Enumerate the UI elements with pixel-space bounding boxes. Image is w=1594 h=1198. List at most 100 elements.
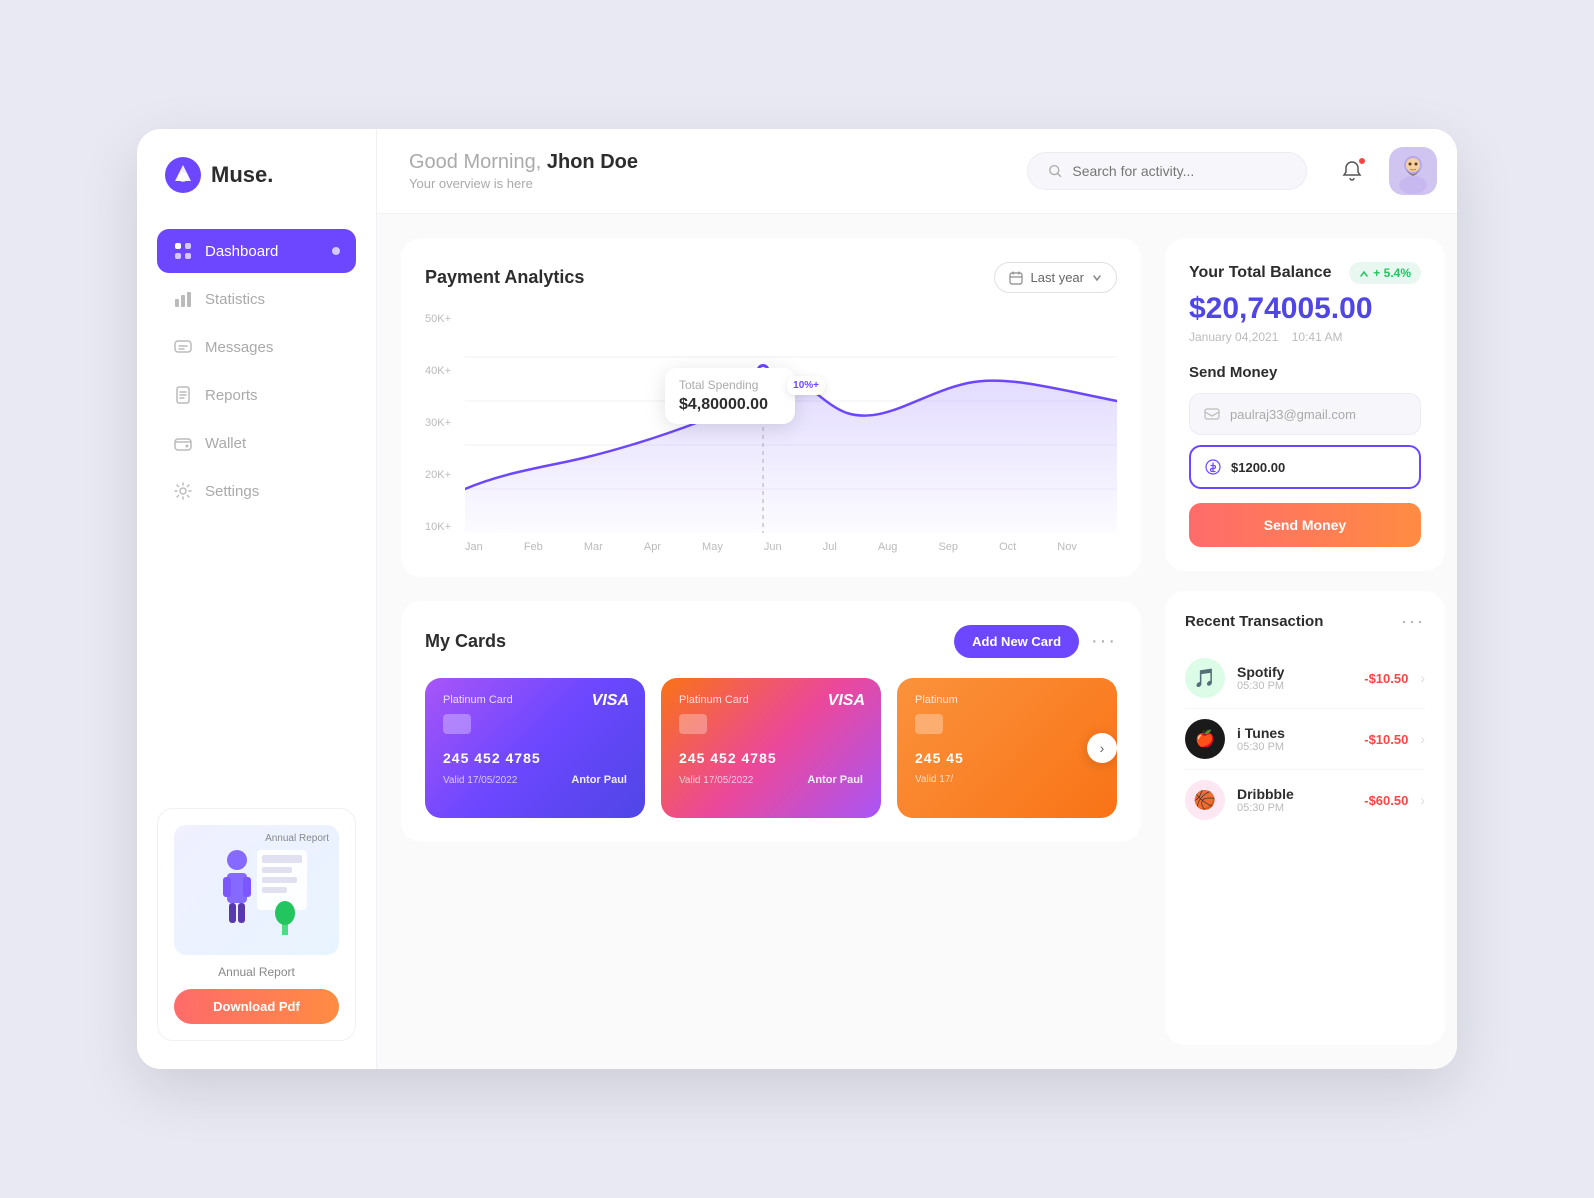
reports-label: Reports bbox=[205, 387, 258, 404]
card-1-holder: Antor Paul bbox=[571, 774, 627, 786]
notification-button[interactable] bbox=[1331, 150, 1373, 192]
chart-section: Payment Analytics Last year bbox=[401, 238, 1141, 577]
sidebar-item-settings[interactable]: Settings bbox=[157, 469, 356, 513]
dribbble-time: 05:30 PM bbox=[1237, 802, 1352, 814]
send-money-section: Send Money paulraj33@gmail.com bbox=[1189, 364, 1421, 547]
annual-report-illustration: Annual Report bbox=[174, 825, 339, 955]
x-axis: Jan Feb Mar Apr May Jun Jul Aug Sep Oct … bbox=[425, 533, 1117, 553]
notification-dot bbox=[1357, 156, 1367, 166]
card-3-footer: Valid 17/ bbox=[915, 774, 1099, 785]
amount-field[interactable]: $1200.00 bbox=[1189, 445, 1421, 489]
transaction-itunes-info: i Tunes 05:30 PM bbox=[1237, 725, 1352, 753]
sidebar-item-wallet[interactable]: Wallet bbox=[157, 421, 356, 465]
balance-date: January 04,2021 10:41 AM bbox=[1189, 330, 1421, 344]
cards-next-button[interactable]: › bbox=[1087, 733, 1117, 763]
x-nov: Nov bbox=[1057, 541, 1077, 553]
credit-card-3[interactable]: Platinum 245 45 Valid 17/ bbox=[897, 678, 1117, 818]
dribbble-amount: -$60.50 bbox=[1364, 793, 1408, 808]
cards-title: My Cards bbox=[425, 631, 506, 652]
y-label-40k: 40K+ bbox=[425, 365, 451, 377]
reports-icon bbox=[173, 385, 193, 405]
transactions-card: Recent Transaction ··· 🎵 Spotify 05:30 P… bbox=[1165, 591, 1445, 1045]
transaction-spotify: 🎵 Spotify 05:30 PM -$10.50 › bbox=[1185, 648, 1425, 709]
dashboard-icon bbox=[173, 241, 193, 261]
dribbble-arrow[interactable]: › bbox=[1420, 792, 1425, 808]
x-jul: Jul bbox=[823, 541, 837, 553]
main-content: Good Morning, Jhon Doe Your overview is … bbox=[377, 129, 1457, 1069]
cards-list: Platinum Card VISA 245 452 4785 Valid 17… bbox=[425, 678, 1117, 818]
period-label: Last year bbox=[1031, 270, 1084, 285]
card-2-holder: Antor Paul bbox=[807, 774, 863, 786]
messages-icon bbox=[173, 337, 193, 357]
chart-header: Payment Analytics Last year bbox=[425, 262, 1117, 293]
x-jan: Jan bbox=[465, 541, 483, 553]
dashboard-label: Dashboard bbox=[205, 243, 278, 260]
nav-menu: Dashboard Statistics bbox=[157, 229, 356, 808]
period-selector[interactable]: Last year bbox=[994, 262, 1117, 293]
itunes-time: 05:30 PM bbox=[1237, 741, 1352, 753]
transaction-itunes: 🍎 i Tunes 05:30 PM -$10.50 › bbox=[1185, 709, 1425, 770]
chart-tooltip: Total Spending $4,80000.00 10%+ bbox=[665, 368, 795, 424]
cards-section: My Cards Add New Card ··· Platinum Card … bbox=[401, 601, 1141, 842]
spotify-amount: -$10.50 bbox=[1364, 671, 1408, 686]
sidebar-item-statistics[interactable]: Statistics bbox=[157, 277, 356, 321]
chart-svg bbox=[465, 313, 1117, 533]
annual-report-card: Annual Report Annual Report Download Pdf bbox=[157, 808, 356, 1041]
y-label-30k: 30K+ bbox=[425, 417, 451, 429]
chart-area: Total Spending $4,80000.00 10%+ bbox=[465, 313, 1117, 533]
search-bar[interactable] bbox=[1027, 152, 1307, 190]
sidebar-item-dashboard[interactable]: Dashboard bbox=[157, 229, 356, 273]
y-label-50k: 50K+ bbox=[425, 313, 451, 325]
spotify-name: Spotify bbox=[1237, 664, 1352, 680]
card-3-type: Platinum bbox=[915, 694, 1099, 706]
tooltip-label: Total Spending bbox=[679, 378, 781, 392]
cards-actions: Add New Card ··· bbox=[954, 625, 1117, 658]
y-label-10k: 10K+ bbox=[425, 521, 451, 533]
left-panel: Payment Analytics Last year bbox=[401, 238, 1141, 1045]
header: Good Morning, Jhon Doe Your overview is … bbox=[377, 129, 1457, 214]
card-3-chip bbox=[915, 714, 943, 734]
balance-header: Your Total Balance + 5.4% bbox=[1189, 262, 1421, 284]
card-2-number: 245 452 4785 bbox=[679, 750, 863, 766]
settings-icon bbox=[173, 481, 193, 501]
search-input[interactable] bbox=[1072, 163, 1286, 179]
x-sep: Sep bbox=[938, 541, 958, 553]
balance-title: Your Total Balance bbox=[1189, 264, 1332, 282]
tooltip-value: $4,80000.00 bbox=[679, 396, 781, 414]
content-area: Payment Analytics Last year bbox=[377, 214, 1457, 1069]
card-1-valid: Valid 17/05/2022 bbox=[443, 775, 517, 786]
transactions-header: Recent Transaction ··· bbox=[1185, 611, 1425, 632]
x-feb: Feb bbox=[524, 541, 543, 553]
download-pdf-button[interactable]: Download Pdf bbox=[174, 989, 339, 1024]
itunes-name: i Tunes bbox=[1237, 725, 1352, 741]
dollar-icon bbox=[1205, 459, 1221, 475]
right-panel: Your Total Balance + 5.4% $20,74005.00 J… bbox=[1165, 238, 1445, 1045]
email-field[interactable]: paulraj33@gmail.com bbox=[1189, 393, 1421, 435]
sidebar-item-reports[interactable]: Reports bbox=[157, 373, 356, 417]
wallet-icon bbox=[173, 433, 193, 453]
add-card-button[interactable]: Add New Card bbox=[954, 625, 1079, 658]
send-money-title: Send Money bbox=[1189, 364, 1421, 381]
email-icon bbox=[1204, 406, 1220, 422]
sidebar-item-messages[interactable]: Messages bbox=[157, 325, 356, 369]
email-value: paulraj33@gmail.com bbox=[1230, 407, 1356, 422]
credit-card-2[interactable]: Platinum Card VISA 245 452 4785 Valid 17… bbox=[661, 678, 881, 818]
greeting-text: Good Morning, Jhon Doe bbox=[409, 151, 1003, 174]
itunes-arrow[interactable]: › bbox=[1420, 731, 1425, 747]
spotify-arrow[interactable]: › bbox=[1420, 670, 1425, 686]
chevron-down-icon bbox=[1092, 273, 1102, 283]
itunes-amount: -$10.50 bbox=[1364, 732, 1408, 747]
balance-card: Your Total Balance + 5.4% $20,74005.00 J… bbox=[1165, 238, 1445, 571]
credit-card-1[interactable]: Platinum Card VISA 245 452 4785 Valid 17… bbox=[425, 678, 645, 818]
y-label-20k: 20K+ bbox=[425, 469, 451, 481]
card-2-chip bbox=[679, 714, 707, 734]
transactions-more-button[interactable]: ··· bbox=[1401, 611, 1425, 632]
x-may: May bbox=[702, 541, 723, 553]
balance-badge: + 5.4% bbox=[1349, 262, 1421, 284]
user-avatar[interactable] bbox=[1389, 147, 1437, 195]
send-money-button[interactable]: Send Money bbox=[1189, 503, 1421, 547]
card-3-number: 245 45 bbox=[915, 750, 1099, 766]
card-2-footer: Valid 17/05/2022 Antor Paul bbox=[679, 774, 863, 786]
trend-up-icon bbox=[1359, 268, 1369, 278]
cards-more-button[interactable]: ··· bbox=[1091, 630, 1117, 653]
